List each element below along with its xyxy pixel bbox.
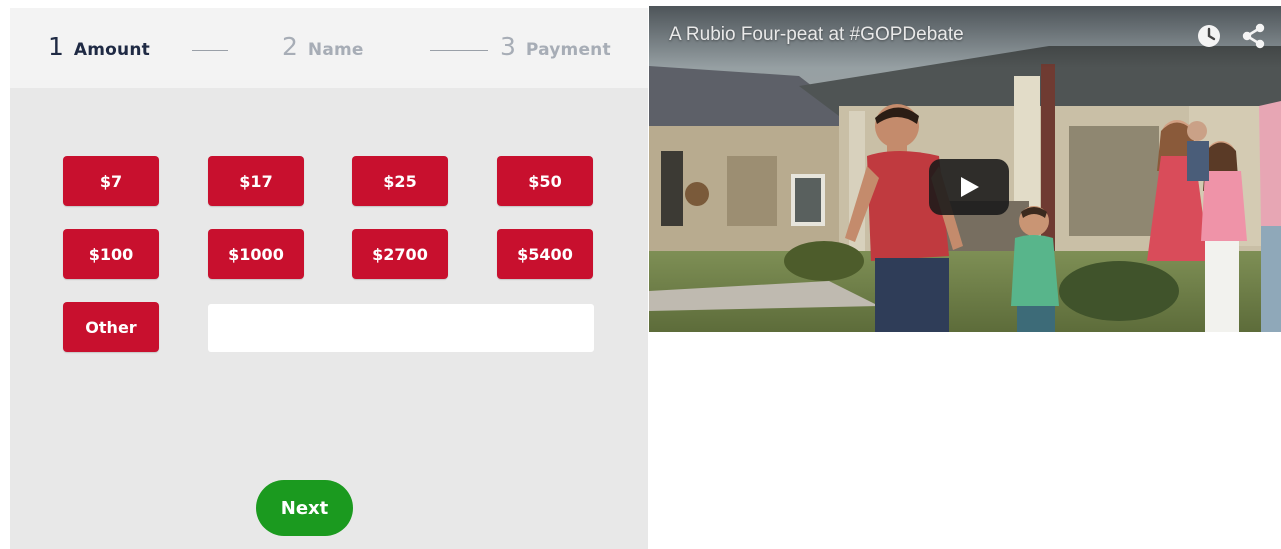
amount-button-5400[interactable]: $5400 [497,229,593,279]
step-name[interactable]: 2 Name [282,32,364,61]
step-amount[interactable]: 1 Amount [48,32,150,61]
step-number: 1 [48,32,64,61]
video-player[interactable]: A Rubio Four-peat at #GOPDebate [649,6,1281,332]
step-connector [430,50,488,51]
other-amount-button[interactable]: Other [63,302,159,352]
step-number: 2 [282,32,298,61]
amount-button-2700[interactable]: $2700 [352,229,448,279]
step-label: Payment [525,40,611,60]
amount-button-25[interactable]: $25 [352,156,448,206]
step-label: Amount [73,40,150,60]
clock-icon[interactable] [1197,24,1221,48]
play-icon [961,177,979,197]
amount-button-50[interactable]: $50 [497,156,593,206]
next-button[interactable]: Next [256,480,353,536]
donation-form: 1 Amount 2 Name 3 Payment $7 $17 $25 $50… [10,8,648,549]
amount-button-17[interactable]: $17 [208,156,304,206]
step-label: Name [307,40,364,60]
play-button[interactable] [929,159,1009,215]
share-icon[interactable] [1240,22,1266,50]
step-payment[interactable]: 3 Payment [500,32,611,61]
amount-button-7[interactable]: $7 [63,156,159,206]
step-connector [192,50,228,51]
other-amount-input[interactable] [208,304,594,352]
step-number: 3 [500,32,516,61]
progress-stepper: 1 Amount 2 Name 3 Payment [10,8,648,88]
amount-button-1000[interactable]: $1000 [208,229,304,279]
video-title[interactable]: A Rubio Four-peat at #GOPDebate [669,24,964,46]
amount-button-100[interactable]: $100 [63,229,159,279]
